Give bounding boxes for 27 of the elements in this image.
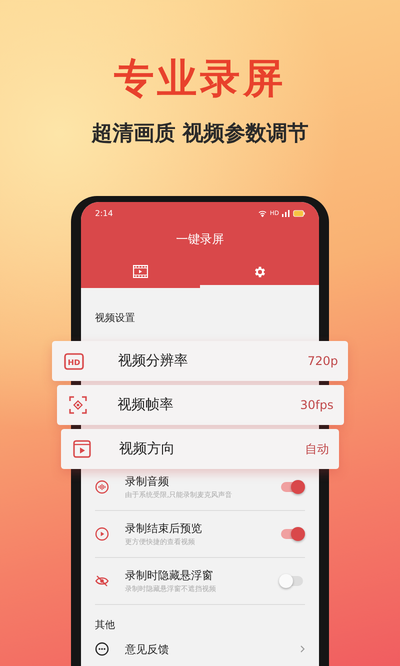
scan-icon [68, 396, 86, 414]
wifi-icon [258, 210, 267, 216]
settings-icon [252, 264, 266, 278]
toggle-switch[interactable] [281, 482, 303, 492]
setting-title: 录制结束后预览 [125, 520, 203, 536]
app-title: 一键录屏 [175, 231, 225, 247]
status-time: 2:14 [95, 208, 113, 218]
signal-icon [282, 210, 290, 216]
toggle-switch[interactable] [281, 576, 303, 586]
subtitle: 超清画质 视频参数调节 [91, 120, 309, 147]
option-card[interactable]: 视频帧率 30fps [56, 385, 344, 425]
film-icon [133, 265, 148, 278]
more-icon [95, 642, 109, 656]
eye-off-icon [95, 575, 109, 587]
video-icon [73, 440, 91, 458]
headline: 专业录屏 [114, 55, 286, 103]
battery-icon [293, 210, 305, 216]
menu-item[interactable]: 意见反馈 [95, 635, 305, 663]
play-icon [95, 527, 109, 541]
chevron-icon [300, 645, 305, 653]
section-title: 视频设置 [95, 312, 136, 326]
option-card[interactable]: 视频方向 自动 [61, 429, 339, 469]
section-title: 其他 [95, 618, 116, 633]
toggle-switch[interactable] [281, 529, 303, 539]
audio-icon [95, 480, 109, 494]
setting-title: 录制时隐藏悬浮窗 [125, 568, 214, 582]
setting-title: 录制音频 [125, 474, 170, 488]
